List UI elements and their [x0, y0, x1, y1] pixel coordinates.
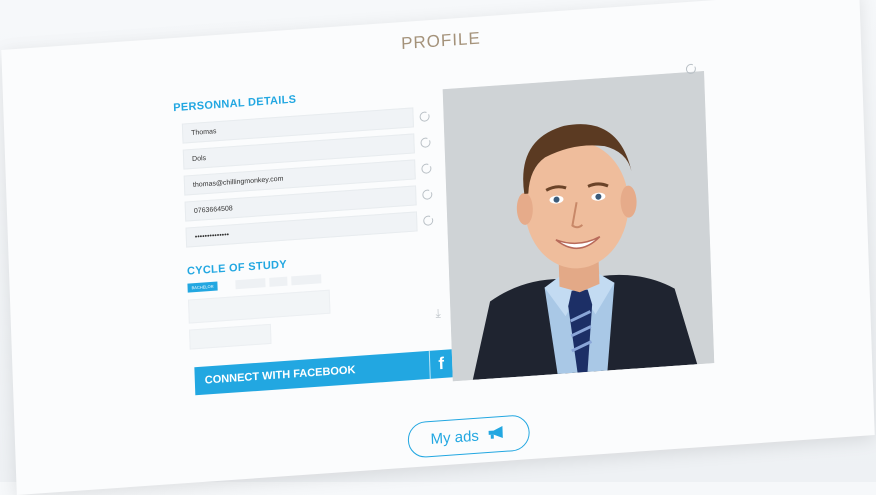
profile-page: PROFILE PERSONNAL DETAILS Thomas Dols th… [1, 0, 875, 495]
megaphone-icon [486, 417, 507, 454]
personal-details-label: PERSONNAL DETAILS [173, 93, 297, 115]
connect-facebook-button[interactable]: CONNECT WITH FACEBOOK f [194, 349, 453, 396]
edit-last-name-icon[interactable] [420, 137, 431, 148]
cycle-of-study-label: CYCLE OF STUDY [186, 258, 288, 278]
edit-password-icon[interactable] [423, 215, 434, 226]
study-option[interactable] [235, 278, 266, 290]
study-select[interactable] [187, 289, 331, 324]
download-icon[interactable]: ⤓ [435, 306, 441, 321]
profile-photo-image [442, 71, 715, 382]
study-option-bachelor[interactable]: BACHELOR [187, 281, 218, 293]
my-ads-button[interactable]: My ads [407, 414, 531, 459]
edit-first-name-icon[interactable] [419, 111, 430, 122]
edit-phone-icon[interactable] [422, 189, 433, 200]
study-option[interactable] [291, 274, 322, 286]
upload-field[interactable] [189, 323, 272, 350]
profile-photo[interactable] [442, 71, 715, 382]
connect-facebook-label: CONNECT WITH FACEBOOK [204, 364, 356, 387]
page-title: PROFILE [400, 28, 482, 54]
study-option[interactable] [269, 276, 288, 287]
facebook-icon: f [428, 349, 453, 379]
edit-email-icon[interactable] [421, 163, 432, 174]
my-ads-label: My ads [430, 427, 480, 448]
